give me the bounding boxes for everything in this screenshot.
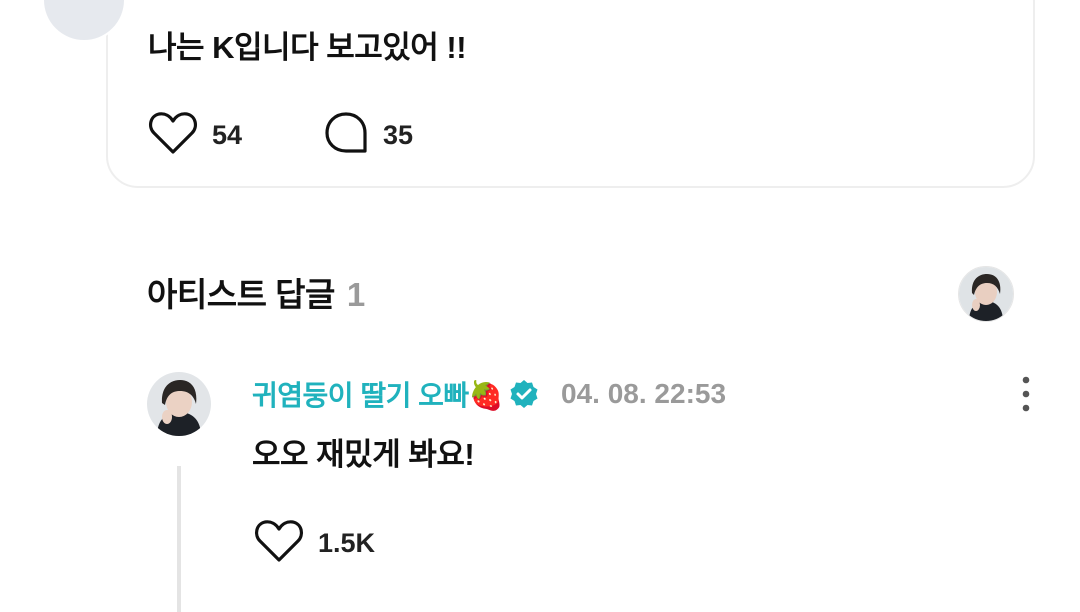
comment-author-avatar[interactable] (147, 372, 211, 436)
more-options-button[interactable] (1010, 376, 1042, 412)
artist-replies-count: 1 (346, 276, 365, 313)
reply-thread-line (177, 466, 181, 612)
post-text: 나는 K입니다 보고있어 !! (148, 30, 467, 65)
heart-icon (254, 518, 304, 569)
post-comment-button[interactable]: 35 (323, 110, 413, 161)
comment-like-count: 1.5K (318, 528, 376, 558)
post-like-button[interactable]: 54 (148, 110, 242, 161)
heart-icon (148, 110, 198, 161)
comment-text: 오오 재밌게 봐요! (252, 437, 475, 472)
artist-avatar[interactable] (958, 266, 1014, 322)
artist-replies-title: 아티스트 답글 (147, 276, 335, 313)
more-vertical-icon (1010, 376, 1042, 416)
post-like-count: 54 (212, 120, 243, 150)
verified-badge-icon (509, 379, 539, 409)
artist-replies-heading: 아티스트 답글 1 (147, 268, 365, 316)
comment-timestamp: 04. 08. 22:53 (561, 378, 727, 409)
comment-author-name[interactable]: 귀염둥이 딸기 오빠🍓 (252, 374, 504, 414)
comment-header: 귀염둥이 딸기 오빠🍓 04. 08. 22:53 (252, 374, 726, 414)
comment-like-button[interactable]: 1.5K (254, 518, 375, 569)
comment-bubble-icon (323, 110, 369, 161)
post-comment-count: 35 (383, 120, 414, 150)
